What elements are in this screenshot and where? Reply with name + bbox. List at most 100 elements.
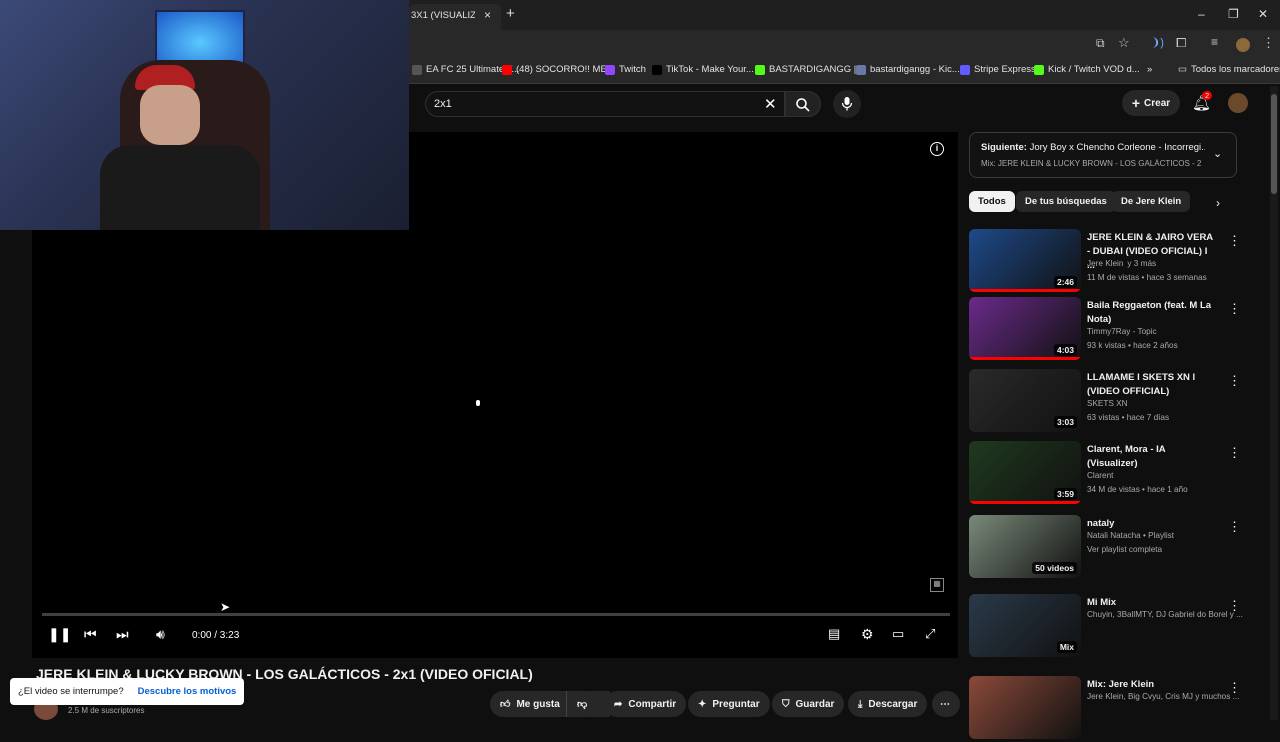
recommendation-item[interactable]: Mix Mi Mix Chuyin, 3BallMTY, DJ Gabriel do… (969, 594, 1249, 660)
extension-audio-icon[interactable]: ❩) (1151, 36, 1164, 49)
scrollbar-thumb[interactable] (1271, 94, 1277, 194)
recommendation-title[interactable]: LLAMAME l SKETS XN l (VIDEO OFFICIAL) (1087, 371, 1217, 399)
recommendation-item[interactable]: 4:03 Baila Reggaeton (feat. M La Nota) Tim… (969, 297, 1249, 363)
video-thumbnail[interactable]: 3:03 (969, 369, 1081, 432)
search-input[interactable]: 2x1 (434, 98, 452, 110)
up-next-subtitle: Mix: JERE KLEIN & LUCKY BROWN - LOS GALÁ… (981, 159, 1201, 168)
recommendation-title[interactable]: Mix: Jere Klein (1087, 678, 1217, 692)
bookmark-item[interactable]: TikTok - Make Your... (652, 64, 754, 75)
pause-icon[interactable]: ❚❚ (48, 626, 71, 643)
search-box[interactable]: 2x1 ✕ (425, 91, 785, 117)
recommendation-item[interactable]: 3:03 LLAMAME l SKETS XN l (VIDEO OFFICIAL… (969, 369, 1249, 435)
video-thumbnail[interactable]: 4:03 (969, 297, 1081, 360)
info-icon[interactable]: i (930, 142, 944, 156)
settings-icon[interactable]: ⚙︎ (861, 626, 874, 643)
video-thumbnail[interactable]: 3:59 (969, 441, 1081, 504)
fullscreen-icon[interactable]: ⤢ (925, 626, 935, 642)
video-thumbnail[interactable]: 50 videos (969, 515, 1081, 578)
page-scrollbar[interactable] (1270, 86, 1278, 720)
search-button[interactable] (785, 91, 821, 117)
bookmark-label: BASTARDIGANGG |... (769, 64, 865, 75)
chip-de-tus-busquedas[interactable]: De tus búsquedas (1016, 191, 1116, 212)
chip-de-jere-klein[interactable]: De Jere Klein (1112, 191, 1191, 212)
up-next-title: Jory Boy x Chencho Corleone - Incorregi.… (1029, 142, 1205, 153)
dislike-button[interactable]: 👎︎ (566, 691, 596, 717)
bookmark-item[interactable]: Twitch (605, 64, 646, 75)
browser-menu-icon[interactable]: ⋮ (1262, 35, 1275, 51)
recommendation-title[interactable]: nataly (1087, 517, 1217, 531)
bookmark-favicon-icon (412, 64, 422, 75)
recommendation-item[interactable]: Mix: Jere Klein Jere Klein, Big Cvyu, Cri… (969, 676, 1249, 742)
bookmarks-overflow-icon[interactable]: » (1147, 64, 1152, 75)
bookmark-item[interactable]: Kick / Twitch VOD d... (1034, 64, 1140, 75)
download-button[interactable]: ⤓ Descargar (848, 691, 928, 717)
chevron-right-icon[interactable]: › (1216, 196, 1220, 210)
up-next-panel[interactable]: Siguiente: Jory Boy x Chencho Corleone -… (969, 132, 1237, 178)
media-controls-icon[interactable]: ≡ (1211, 35, 1218, 49)
active-tab[interactable]: 3X1 (VISUALIZER ( × (409, 4, 501, 30)
bookmark-item[interactable]: Stripe Express (960, 64, 1036, 75)
like-label: Me gusta (516, 698, 560, 710)
toast-link[interactable]: Descubre los motivos (138, 686, 237, 697)
install-app-icon[interactable]: ⧉ (1096, 36, 1105, 51)
recommendation-item[interactable]: 2:46 JERE KLEIN & JAIRO VERA - DUBAI (VID… (969, 229, 1249, 295)
save-button[interactable]: ⛉ Guardar (772, 691, 845, 717)
more-options-icon[interactable]: ⋮ (1228, 301, 1241, 317)
more-options-icon[interactable]: ⋮ (1228, 445, 1241, 461)
share-icon: ➦ (614, 698, 623, 710)
bookmark-icon: ⛉ (782, 698, 790, 710)
channel-name: Jere Klein, Big Cvyu, Cris MJ y muchos .… (1087, 692, 1240, 701)
more-options-icon[interactable]: ⋮ (1228, 598, 1241, 614)
recommendation-item[interactable]: 3:59 Clarent, Mora - IA (Visualizer) Clare… (969, 441, 1249, 507)
extensions-icon[interactable]: ⧠ (1176, 35, 1186, 51)
recommendation-channel: Natali Natacha • Playlist (1087, 531, 1174, 540)
restore-icon[interactable]: ❐ (1228, 7, 1239, 21)
more-options-icon[interactable]: ⋮ (1228, 373, 1241, 389)
video-thumbnail[interactable] (969, 676, 1081, 739)
share-label: Compartir (628, 698, 677, 710)
share-button[interactable]: ➦ Compartir (604, 691, 687, 717)
chevron-down-icon[interactable]: ⌄ (1213, 147, 1222, 160)
clear-search-icon[interactable]: ✕ (764, 95, 777, 113)
volume-icon[interactable]: 🔊︎ (156, 626, 165, 643)
account-avatar[interactable] (1228, 93, 1248, 113)
all-bookmarks-button[interactable]: ▭ Todos los marcadores (1178, 64, 1280, 75)
progress-bar[interactable] (42, 613, 950, 616)
bookmark-item[interactable]: BASTARDIGANGG |... (755, 64, 864, 75)
microphone-icon (841, 97, 853, 111)
recommendation-title[interactable]: Clarent, Mora - IA (Visualizer) (1087, 443, 1217, 471)
bookmark-item[interactable]: (48) SOCORRO!! ME... (502, 64, 615, 75)
duration-badge: 50 videos (1032, 562, 1077, 574)
bookmark-item[interactable]: bastardigangg - Kic... (856, 64, 960, 75)
recommendation-title[interactable]: Mi Mix (1087, 596, 1217, 610)
watched-progress-bar (969, 501, 1081, 504)
notifications-button[interactable]: 🔔︎ 2 (1192, 91, 1213, 113)
video-thumbnail[interactable]: 2:46 (969, 229, 1081, 292)
channel-watermark-icon[interactable]: ▦ (930, 578, 944, 592)
theater-mode-icon[interactable]: ▭ (892, 626, 904, 642)
chip-todos[interactable]: Todos (969, 191, 1015, 212)
bookmark-star-icon[interactable]: ☆ (1118, 35, 1130, 51)
bookmark-label: bastardigangg - Kic... (870, 64, 960, 75)
recommendation-item[interactable]: 50 videos nataly Natali Natacha • Playlist… (969, 515, 1249, 581)
more-actions-button[interactable]: ⋯ (932, 691, 960, 717)
previous-icon[interactable]: ⏮︎ (84, 626, 97, 643)
more-options-icon[interactable]: ⋮ (1228, 680, 1241, 696)
next-icon[interactable]: ⏭︎ (116, 626, 129, 643)
close-tab-icon[interactable]: × (484, 8, 491, 22)
folder-icon: ▭ (1178, 64, 1187, 75)
more-options-icon[interactable]: ⋮ (1228, 233, 1241, 249)
voice-search-button[interactable] (833, 90, 861, 118)
video-thumbnail[interactable]: Mix (969, 594, 1081, 657)
bookmark-label: Stripe Express (974, 64, 1036, 75)
subtitles-icon[interactable]: ▤ (828, 626, 840, 642)
channel-name: SKETS XN (1087, 399, 1128, 408)
recommendation-title[interactable]: Baila Reggaeton (feat. M La Nota) (1087, 299, 1217, 327)
ask-button[interactable]: ✦ Preguntar (688, 691, 770, 717)
close-window-icon[interactable]: ✕ (1258, 7, 1268, 21)
minimize-icon[interactable]: – (1198, 7, 1205, 21)
new-tab-icon[interactable]: + (506, 5, 515, 22)
profile-avatar[interactable] (1236, 38, 1250, 52)
more-options-icon[interactable]: ⋮ (1228, 519, 1241, 535)
create-button[interactable]: + Crear (1122, 90, 1180, 116)
